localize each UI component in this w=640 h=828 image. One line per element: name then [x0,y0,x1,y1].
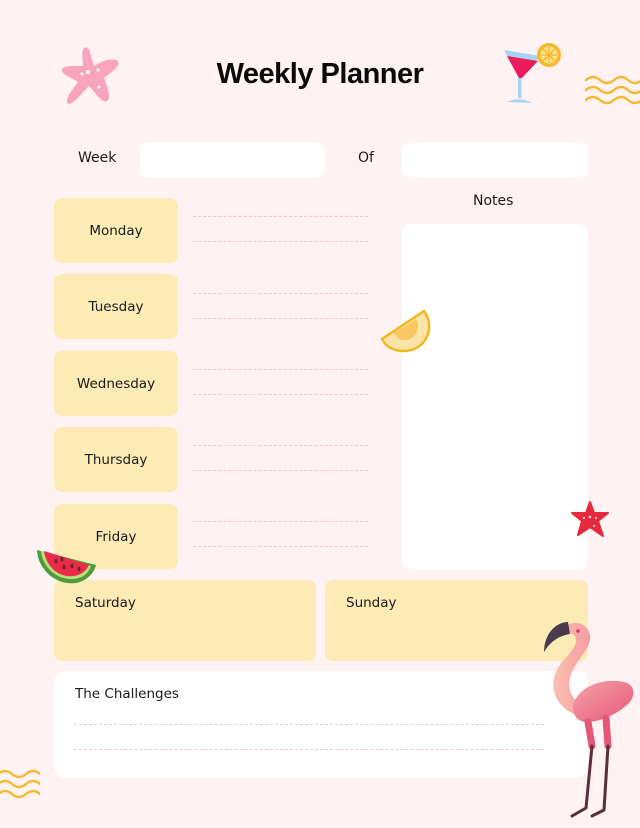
write-line[interactable] [193,216,368,217]
challenges-box[interactable]: The Challenges [54,671,588,778]
notes-area[interactable] [402,224,588,570]
day-box-wednesday[interactable]: Wednesday [54,351,178,416]
write-line[interactable] [74,749,544,750]
day-label: Wednesday [76,375,156,392]
write-line[interactable] [193,369,368,370]
write-line[interactable] [193,394,368,395]
write-line[interactable] [193,445,368,446]
write-line[interactable] [193,241,368,242]
flamingo-icon [520,612,640,824]
watermelon-slice-icon [34,548,98,590]
day-box-thursday[interactable]: Thursday [54,427,178,492]
write-line[interactable] [193,470,368,471]
week-label: Week [78,150,117,166]
day-label: Sunday [346,595,397,611]
write-line[interactable] [74,724,544,725]
day-label: Monday [89,222,143,239]
day-label: Saturday [75,595,136,611]
write-line[interactable] [193,521,368,522]
write-line[interactable] [193,546,368,547]
day-label: Thursday [84,451,148,468]
day-label: Tuesday [88,298,144,315]
day-label: Friday [95,528,137,545]
write-line[interactable] [193,318,368,319]
cocktail-icon [502,40,564,106]
notes-label: Notes [473,193,514,209]
challenges-label: The Challenges [75,686,179,702]
day-box-monday[interactable]: Monday [54,198,178,263]
write-line[interactable] [193,293,368,294]
wave-lines-icon [0,768,40,802]
of-label: Of [358,150,374,166]
starfish-red-icon [570,500,610,540]
wave-lines-icon [584,74,640,108]
day-box-saturday[interactable]: Saturday [54,580,316,661]
week-input[interactable] [140,142,325,178]
day-box-tuesday[interactable]: Tuesday [54,274,178,339]
of-input[interactable] [402,142,588,178]
melon-slice-icon [378,307,436,353]
